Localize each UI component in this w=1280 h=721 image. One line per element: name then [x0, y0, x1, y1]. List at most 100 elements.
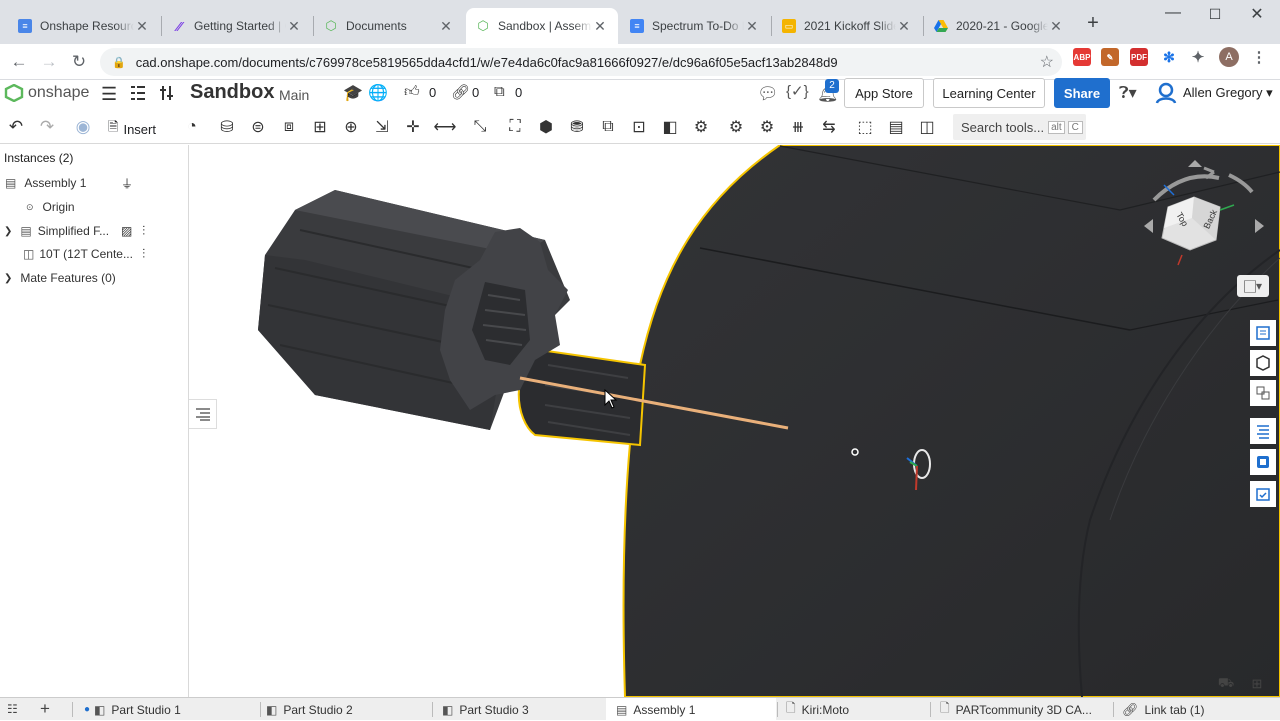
- ball-mate-icon[interactable]: ⛶: [504, 117, 526, 137]
- width-mate-icon[interactable]: ⛃: [566, 117, 588, 137]
- parallel-mate-icon[interactable]: ⤡: [469, 117, 491, 137]
- comment-icon[interactable]: 💬︎: [757, 84, 779, 104]
- browser-tab[interactable]: ▭ 2021 Kickoff Slides ✕: [772, 8, 922, 44]
- like-icon[interactable]: 👍︎: [404, 83, 420, 101]
- undo-icon[interactable]: ↶: [5, 117, 27, 137]
- pin-slot-mate-icon[interactable]: ✛: [402, 117, 424, 137]
- group-icon[interactable]: ⧉: [597, 117, 619, 137]
- bom-panel-icon[interactable]: [1250, 350, 1276, 376]
- mate-connector-icon[interactable]: ⊡: [628, 117, 650, 137]
- browser-tab-active[interactable]: ⬡ Sandbox | Assembly 1 ✕: [466, 8, 618, 44]
- rotate-left-arrow[interactable]: [1152, 174, 1220, 202]
- close-tab-icon[interactable]: ✕: [1048, 18, 1064, 35]
- help-icon[interactable]: ❓︎▾: [1119, 83, 1137, 103]
- appearance-panel-icon[interactable]: [1250, 320, 1276, 346]
- forward-icon[interactable]: →: [38, 51, 60, 73]
- close-tab-icon[interactable]: ✕: [896, 18, 912, 35]
- fastened-mate-icon[interactable]: ⧈: [278, 117, 300, 137]
- view-cube[interactable]: Top Back: [1144, 160, 1274, 308]
- tape-icon[interactable]: ⊞: [1245, 673, 1269, 695]
- linear-pattern-icon[interactable]: ⛁: [216, 117, 238, 137]
- browser-tab[interactable]: ≡ Spectrum To-Do List ✕: [620, 8, 770, 44]
- relation-icon[interactable]: ◧: [659, 117, 681, 137]
- featurescript-icon[interactable]: {✓}: [786, 82, 809, 100]
- explode-view-icon[interactable]: ⇆: [818, 117, 840, 137]
- tab-assembly-1[interactable]: ▤ Assembly 1: [606, 698, 776, 721]
- tab-link-tab[interactable]: 🔗︎ Link tab (1): [1118, 698, 1278, 721]
- graphics-viewport[interactable]: Top Back ⬜︎▾ ⛟ ⊞: [189, 145, 1280, 697]
- browser-tab[interactable]: 2020-21 - Google Drive ✕: [924, 8, 1074, 44]
- reload-icon[interactable]: ↻: [68, 51, 90, 73]
- browser-tab[interactable]: ≡ Onshape Resource Center ✕: [8, 8, 160, 44]
- kebab-menu-icon[interactable]: ⋮: [1250, 48, 1268, 66]
- minimize-icon[interactable]: —: [1158, 4, 1188, 22]
- revolute-mate-icon[interactable]: ⊞: [309, 117, 331, 137]
- configuration-panel-icon[interactable]: [1250, 449, 1276, 475]
- close-tab-icon[interactable]: ✕: [286, 18, 302, 35]
- mass-properties-icon[interactable]: ◫: [916, 117, 938, 137]
- close-tab-icon[interactable]: ✕: [744, 18, 760, 35]
- branch-label[interactable]: Main: [279, 87, 309, 103]
- hamburger-menu-icon[interactable]: ☰: [101, 84, 117, 105]
- tangent-mate-icon[interactable]: ⬢: [535, 117, 557, 137]
- user-name[interactable]: Allen Gregory ▾: [1183, 85, 1273, 101]
- tab-partcommunity[interactable]: 🗋 PARTcommunity 3D CA...: [936, 698, 1112, 721]
- configure-icon[interactable]: [158, 84, 176, 102]
- chevron-down-icon[interactable]: ❯: [4, 273, 12, 284]
- share-button[interactable]: Share: [1054, 78, 1110, 108]
- section-view-icon[interactable]: ⬚: [854, 117, 876, 137]
- tab-part-studio-1[interactable]: ● ◧ Part Studio 1: [80, 698, 260, 721]
- planar-mate-icon[interactable]: ⟷: [434, 117, 457, 137]
- avatar[interactable]: A: [1219, 47, 1239, 67]
- tree-item-origin[interactable]: ⊙ Origin: [0, 196, 188, 218]
- link-icon[interactable]: 🔗︎: [451, 83, 470, 101]
- back-icon[interactable]: ←: [8, 51, 30, 73]
- tree-item-assembly[interactable]: ▤ Assembly 1 ⏚: [0, 172, 188, 194]
- model-canvas[interactable]: [189, 145, 1280, 697]
- new-tab-icon[interactable]: +: [1082, 12, 1104, 34]
- rack-pinion-icon[interactable]: ⚙: [725, 117, 747, 137]
- cylindrical-mate-icon[interactable]: ⇲: [371, 117, 393, 137]
- chevron-right-icon[interactable]: ❯: [4, 226, 12, 237]
- close-tab-icon[interactable]: ✕: [134, 18, 150, 35]
- mate-status-icon[interactable]: ⫶: [142, 223, 145, 239]
- mate-connector-panel-icon[interactable]: [1250, 380, 1276, 406]
- globe-icon[interactable]: 🌐: [368, 83, 388, 103]
- close-tab-icon[interactable]: ✕: [438, 18, 454, 35]
- graduation-cap-icon[interactable]: 🎓: [343, 83, 363, 103]
- close-tab-icon[interactable]: ✕: [592, 18, 608, 35]
- url-field[interactable]: 🔒 cad.onshape.com/documents/c769978ce581…: [100, 48, 1062, 76]
- puzzle-icon[interactable]: ✦: [1189, 48, 1207, 66]
- browser-tab[interactable]: ⁄⁄ Getting Started | Onshape ✕: [162, 8, 312, 44]
- linear-relation-icon[interactable]: ⧻: [787, 117, 809, 137]
- ground-icon[interactable]: ⏚: [121, 175, 133, 192]
- select-icon[interactable]: ◉: [72, 117, 94, 137]
- extension-icon[interactable]: ✻: [1160, 48, 1178, 66]
- extension-icon[interactable]: ✎: [1101, 48, 1119, 66]
- tree-item-simplified[interactable]: ❯ ▤ Simplified F... ▨ ⫶: [0, 220, 188, 242]
- search-tools-input[interactable]: Search tools... alt C: [953, 114, 1086, 140]
- tab-part-studio-2[interactable]: ◧ Part Studio 2: [262, 698, 432, 721]
- tab-manager-icon[interactable]: ☷: [7, 702, 18, 716]
- slider-mate-icon[interactable]: ⊕: [340, 117, 362, 137]
- gear-relation-icon[interactable]: ⚙: [690, 117, 712, 137]
- screw-relation-icon[interactable]: ⚙: [756, 117, 778, 137]
- expand-list-icon[interactable]: [189, 399, 217, 429]
- versions-panel-icon[interactable]: [1250, 481, 1276, 507]
- copy-icon[interactable]: ⧉: [494, 83, 505, 100]
- 3d-view-icon[interactable]: ⛟: [1214, 673, 1238, 695]
- fixed-icon[interactable]: ▨: [121, 224, 132, 238]
- adblock-icon[interactable]: ABP: [1073, 48, 1091, 66]
- view-mode-dropdown[interactable]: ⬜︎▾: [1237, 275, 1269, 297]
- document-title[interactable]: Sandbox: [190, 81, 274, 104]
- app-store-button[interactable]: App Store: [844, 78, 924, 108]
- onshape-logo[interactable]: onshape: [4, 84, 89, 102]
- user-avatar-icon[interactable]: [1155, 82, 1177, 104]
- replicate-icon[interactable]: ◔: [181, 117, 203, 137]
- tree-item-10t[interactable]: ◫ 10T (12T Cente... ⫶: [0, 243, 188, 265]
- feature-list-icon[interactable]: [129, 84, 147, 102]
- tab-kiri-moto[interactable]: 🗋 Kiri:Moto: [782, 698, 928, 721]
- close-window-icon[interactable]: ✕: [1242, 4, 1272, 24]
- measure-icon[interactable]: ▤: [885, 117, 907, 137]
- circular-pattern-icon[interactable]: ⊜: [247, 117, 269, 137]
